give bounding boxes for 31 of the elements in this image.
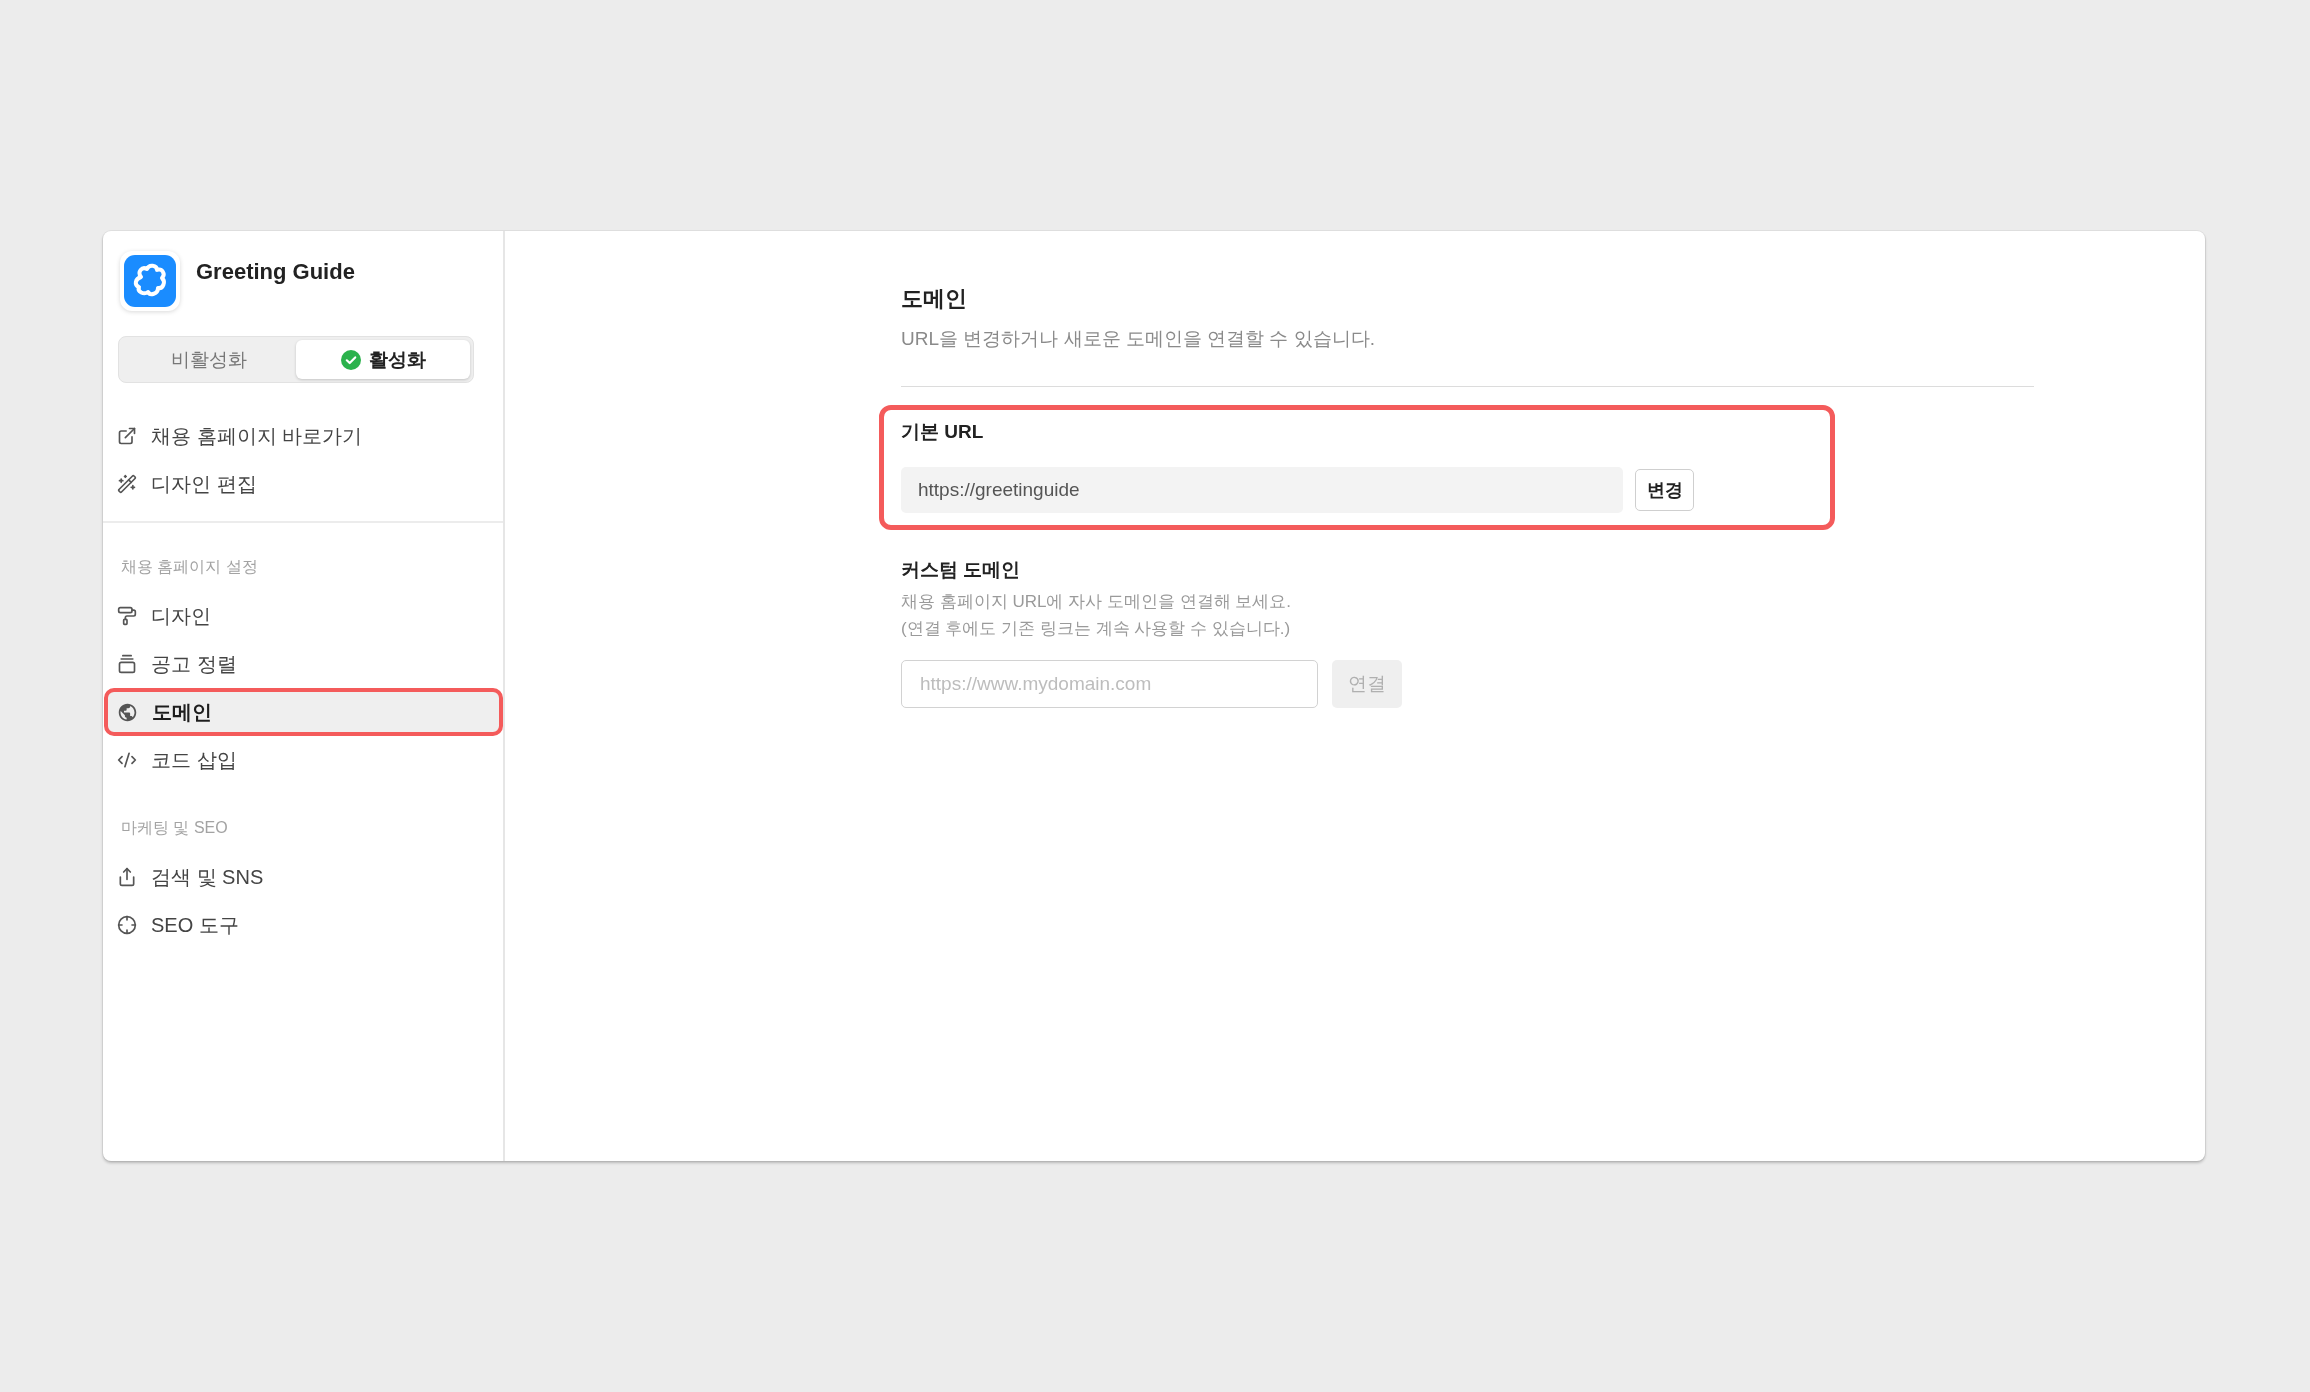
share-icon (117, 867, 137, 887)
paint-roller-icon (117, 606, 137, 626)
toggle-option[interactable]: 활성화 (296, 340, 470, 379)
help-text: 채용 홈페이지 URL에 자사 도메인을 연결해 보세요. (901, 591, 1293, 613)
sidebar-item[interactable]: 도메인 (104, 688, 503, 736)
sidebar-item[interactable]: 공고 정렬 (104, 640, 503, 688)
stack-icon (117, 654, 137, 674)
magic-wand-icon (117, 474, 137, 494)
toggle-option[interactable]: 비활성화 (122, 340, 296, 379)
sidebar-link[interactable]: 채용 홈페이지 바로가기 (104, 412, 503, 460)
sidebar-link[interactable]: 디자인 편집 (104, 460, 503, 508)
help-text: (연결 후에도 기존 링크는 계속 사용할 수 있습니다.) (901, 618, 1292, 640)
crosshair-icon (117, 915, 137, 935)
field-label: 커스텀 도메인 (901, 558, 1022, 582)
external-link-icon (117, 426, 137, 446)
field-label: 기본 URL (901, 420, 985, 444)
section-label: 채용 홈페이지 설정 (120, 557, 259, 577)
sidebar-item[interactable]: 디자인 (104, 592, 503, 640)
app-name: Greeting Guide (196, 258, 355, 286)
page-subtitle: URL을 변경하거나 새로운 도메인을 연결할 수 있습니다. (901, 327, 1376, 351)
change-button[interactable]: 변경 (1635, 469, 1694, 511)
section-label: 마케팅 및 SEO (120, 818, 229, 838)
sidebar-item[interactable]: 검색 및 SNS (104, 853, 503, 901)
code-icon (117, 750, 137, 770)
url-field[interactable]: https://greetinguide (901, 467, 1623, 513)
check-circle-icon (340, 349, 361, 370)
globe-icon (117, 701, 138, 723)
page-title: 도메인 (901, 285, 968, 313)
sidebar-item[interactable]: 코드 삽입 (104, 736, 503, 784)
domain-input-field[interactable]: https://www.mydomain.com (901, 660, 1318, 708)
sidebar-item[interactable]: SEO 도구 (104, 901, 503, 949)
